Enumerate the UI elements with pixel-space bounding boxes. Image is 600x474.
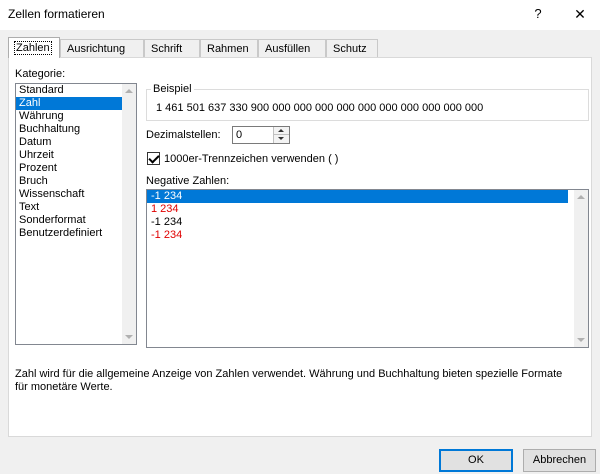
tab-schrift[interactable]: Schrift	[144, 39, 200, 57]
title-bar: Zellen formatieren ? ✕	[0, 0, 600, 30]
category-list[interactable]: Standard Zahl Währung Buchhaltung Datum …	[15, 83, 137, 345]
window-title: Zellen formatieren	[8, 7, 105, 21]
tab-rahmen[interactable]: Rahmen	[200, 39, 258, 57]
spin-up-icon	[278, 129, 284, 132]
negative-item[interactable]: -1 234	[147, 190, 568, 203]
negative-scrollbar[interactable]	[574, 190, 588, 347]
category-item-waehrung[interactable]: Währung	[16, 110, 136, 123]
tab-schutz[interactable]: Schutz	[326, 39, 378, 57]
category-item-prozent[interactable]: Prozent	[16, 162, 136, 175]
cancel-button[interactable]: Abbrechen	[523, 449, 596, 472]
thousands-label[interactable]: 1000er-Trennzeichen verwenden ( )	[164, 153, 338, 165]
ok-button[interactable]: OK	[439, 449, 513, 472]
category-item-datum[interactable]: Datum	[16, 136, 136, 149]
decimals-stepper[interactable]	[232, 126, 290, 144]
category-item-wissenschaft[interactable]: Wissenschaft	[16, 188, 136, 201]
spin-down-button[interactable]	[274, 135, 289, 143]
tab-ausfuellen[interactable]: Ausfüllen	[258, 39, 326, 57]
negative-item[interactable]: -1 234	[147, 216, 568, 229]
tab-ausrichtung[interactable]: Ausrichtung	[60, 39, 144, 57]
category-item-zahl[interactable]: Zahl	[16, 97, 136, 110]
category-scrollbar[interactable]	[122, 84, 136, 344]
tab-zahlen[interactable]: Zahlen	[8, 37, 60, 58]
scroll-up-icon[interactable]	[577, 195, 585, 199]
category-item-standard[interactable]: Standard	[16, 84, 136, 97]
category-label: Kategorie:	[15, 68, 66, 80]
category-item-sonderformat[interactable]: Sonderformat	[16, 214, 136, 227]
decimals-label: Dezimalstellen:	[146, 129, 221, 141]
scroll-up-icon[interactable]	[125, 89, 133, 93]
category-item-buchhaltung[interactable]: Buchhaltung	[16, 123, 136, 136]
close-button[interactable]: ✕	[567, 3, 593, 25]
scroll-down-icon[interactable]	[577, 338, 585, 342]
category-item-bruch[interactable]: Bruch	[16, 175, 136, 188]
thousands-checkbox[interactable]	[147, 152, 160, 165]
sample-value: 1 461 501 637 330 900 000 000 000 000 00…	[156, 102, 484, 114]
spin-down-icon	[278, 137, 284, 140]
decimals-input[interactable]	[233, 127, 276, 143]
format-description: Zahl wird für die allgemeine Anzeige von…	[15, 368, 563, 393]
negative-list[interactable]: -1 234 1 234 -1 234 -1 234	[146, 189, 589, 348]
scroll-down-icon[interactable]	[125, 335, 133, 339]
negative-item[interactable]: -1 234	[147, 229, 568, 242]
negative-item[interactable]: 1 234	[147, 203, 568, 216]
negative-label: Negative Zahlen:	[146, 175, 230, 187]
sample-label: Beispiel	[151, 83, 194, 95]
category-item-text[interactable]: Text	[16, 201, 136, 214]
help-button[interactable]: ?	[526, 3, 550, 25]
category-item-benutzerdefiniert[interactable]: Benutzerdefiniert	[16, 227, 136, 240]
decimals-spin	[273, 127, 289, 143]
category-item-uhrzeit[interactable]: Uhrzeit	[16, 149, 136, 162]
spin-up-button[interactable]	[274, 127, 289, 135]
checkmark-icon	[148, 152, 160, 164]
